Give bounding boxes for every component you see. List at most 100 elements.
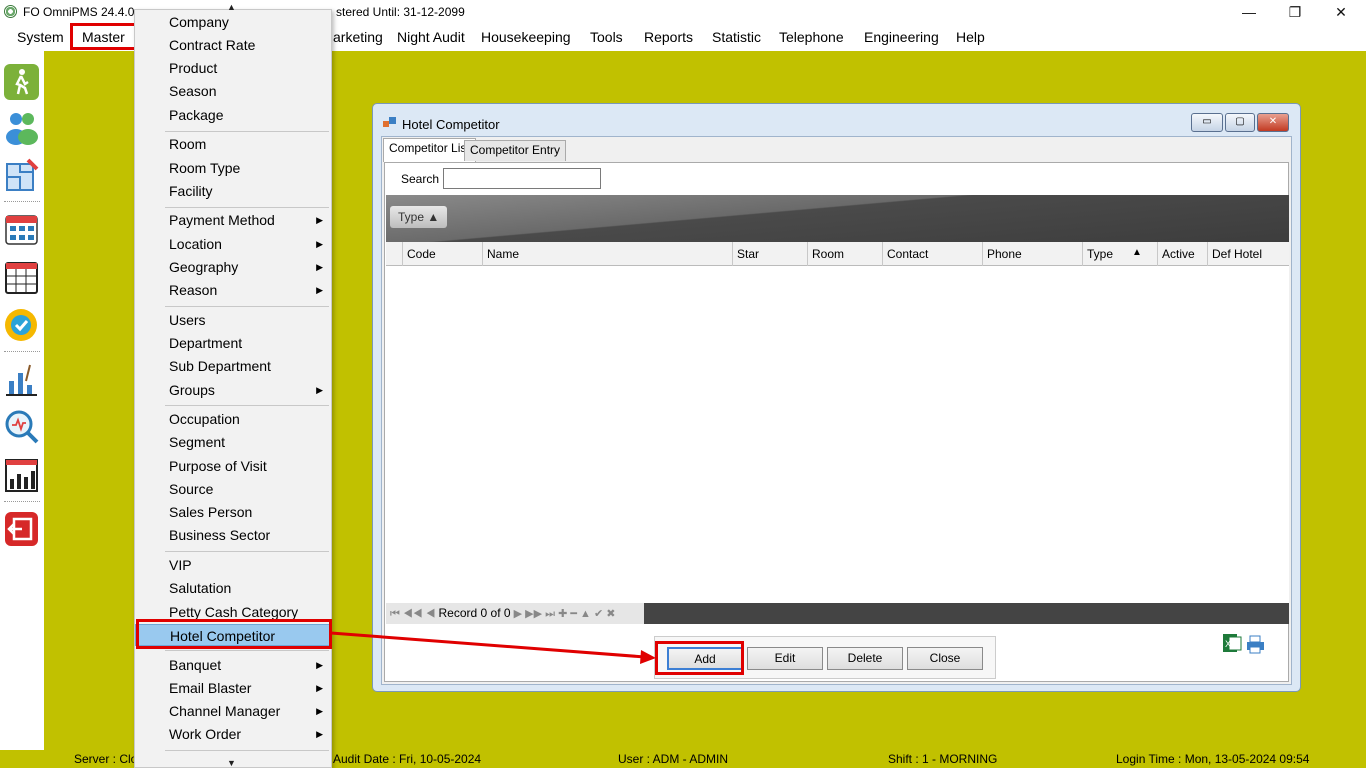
calendar-icon[interactable]: [4, 259, 39, 295]
competitor-grid[interactable]: [386, 266, 1289, 603]
window-minimize-button[interactable]: ▭: [1191, 113, 1223, 132]
menu-item-email-blaster[interactable]: Email Blaster ▶: [135, 677, 331, 699]
floor-plan-icon[interactable]: [4, 158, 39, 194]
menu-item-product[interactable]: Product: [135, 57, 331, 79]
menu-item-room[interactable]: Room: [135, 133, 331, 155]
menu-item-geography[interactable]: Geography ▶: [135, 256, 331, 278]
column-contact[interactable]: Contact: [882, 242, 982, 266]
menu-item-payment-method[interactable]: Payment Method ▶: [135, 209, 331, 231]
restore-button[interactable]: ❐: [1272, 2, 1318, 22]
menu-item-contract-rate[interactable]: Contract Rate: [135, 34, 331, 56]
record-count: Record 0 of 0: [438, 606, 511, 620]
menu-scroll-down-icon[interactable]: ▼: [227, 758, 236, 768]
menu-item-banquet[interactable]: Banquet ▶: [135, 654, 331, 676]
print-icon[interactable]: [1246, 634, 1266, 654]
logout-icon[interactable]: [4, 511, 39, 547]
badge-check-icon[interactable]: [4, 306, 39, 342]
submenu-arrow-icon: ▶: [316, 683, 323, 693]
menu-marketing[interactable]: arketing: [333, 29, 383, 45]
menu-item-company[interactable]: Company: [135, 11, 331, 33]
menu-item-package[interactable]: Package: [135, 104, 331, 126]
add-button[interactable]: Add: [667, 647, 743, 670]
nav-first-prev-icon[interactable]: ⏮ ◀◀ ◀: [390, 608, 435, 620]
tab-competitor-list[interactable]: Competitor List: [383, 138, 476, 162]
group-chip-type[interactable]: Type ▲: [390, 206, 448, 228]
tab-competitor-entry[interactable]: Competitor Entry: [464, 140, 567, 161]
menu-housekeeping[interactable]: Housekeeping: [481, 29, 571, 45]
column-code[interactable]: Code: [402, 242, 482, 266]
menu-item-purpose-of-visit[interactable]: Purpose of Visit: [135, 455, 331, 477]
menu-item-petty-cash-category[interactable]: Petty Cash Category: [135, 601, 331, 623]
menu-item-segment[interactable]: Segment: [135, 431, 331, 453]
menu-telephone[interactable]: Telephone: [779, 29, 844, 45]
menu-item-sub-department[interactable]: Sub Department: [135, 355, 331, 377]
menu-item-hotel-competitor[interactable]: Hotel Competitor: [135, 624, 331, 646]
menu-item-users[interactable]: Users: [135, 309, 331, 331]
menu-item-salutation[interactable]: Salutation: [135, 577, 331, 599]
nav-next-last-icon[interactable]: ▶ ▶▶ ⏭ ✚ ━ ▲ ✔ ✖: [514, 608, 616, 620]
column-def-hotel[interactable]: Def Hotel: [1207, 242, 1289, 266]
column-phone[interactable]: Phone: [982, 242, 1082, 266]
menu-item-occupation[interactable]: Occupation: [135, 408, 331, 430]
close-window-button[interactable]: ✕: [1318, 2, 1364, 22]
hotel-competitor-window: Hotel Competitor ▭ ▢ ✕ Competitor List C…: [372, 103, 1301, 692]
menu-item-groups[interactable]: Groups ▶: [135, 379, 331, 401]
analytics-search-icon[interactable]: [4, 409, 39, 445]
sort-ascending-icon: ▲: [1132, 247, 1142, 258]
housekeeping-icon[interactable]: [4, 361, 39, 397]
delete-button[interactable]: Delete: [827, 647, 903, 670]
navigator-controls: ⏮ ◀◀ ◀ Record 0 of 0 ▶ ▶▶ ⏭ ✚ ━ ▲ ✔ ✖: [386, 603, 644, 624]
minimize-button[interactable]: —: [1226, 2, 1272, 22]
record-navigator: ⏮ ◀◀ ◀ Record 0 of 0 ▶ ▶▶ ⏭ ✚ ━ ▲ ✔ ✖: [386, 603, 1289, 624]
excel-export-icon[interactable]: X: [1222, 633, 1242, 653]
menu-engineering[interactable]: Engineering: [864, 29, 939, 45]
submenu-arrow-icon: ▶: [316, 285, 323, 295]
menu-reports[interactable]: Reports: [644, 29, 693, 45]
column-name[interactable]: Name: [482, 242, 732, 266]
menu-item-reason[interactable]: Reason ▶: [135, 279, 331, 301]
menu-item-vip[interactable]: VIP: [135, 554, 331, 576]
calendar-grid-icon[interactable]: [4, 211, 39, 247]
competitor-list-panel: Search Type ▲ Code Name Star Room Contac…: [384, 162, 1289, 682]
search-input[interactable]: [443, 168, 601, 189]
window-close-button[interactable]: ✕: [1257, 113, 1289, 132]
submenu-arrow-icon: ▶: [316, 729, 323, 739]
status-server: Server : Clo: [74, 752, 138, 766]
menu-system[interactable]: System: [17, 29, 64, 45]
column-room[interactable]: Room: [807, 242, 882, 266]
submenu-arrow-icon: ▶: [316, 385, 323, 395]
menu-help[interactable]: Help: [956, 29, 985, 45]
report-chart-icon[interactable]: [4, 457, 39, 493]
action-button-group: Add Edit Delete Close: [654, 636, 996, 679]
close-button[interactable]: Close: [907, 647, 983, 670]
window-icon: [383, 117, 396, 127]
walk-in-icon[interactable]: [4, 64, 39, 100]
window-maximize-button[interactable]: ▢: [1225, 113, 1255, 132]
status-audit-date: Audit Date : Fri, 10-05-2024: [333, 752, 482, 766]
edit-button[interactable]: Edit: [747, 647, 823, 670]
submenu-arrow-icon: ▶: [316, 239, 323, 249]
menu-item-work-order[interactable]: Work Order ▶: [135, 723, 331, 745]
submenu-arrow-icon: ▶: [316, 215, 323, 225]
menu-item-room-type[interactable]: Room Type: [135, 157, 331, 179]
menu-statistic[interactable]: Statistic: [712, 29, 761, 45]
grid-header: Code Name Star Room Contact Phone Type ▲…: [386, 242, 1289, 266]
window-client-area: Competitor List Competitor Entry Search …: [381, 136, 1292, 685]
menu-night-audit[interactable]: Night Audit: [397, 29, 465, 45]
menu-item-facility[interactable]: Facility: [135, 180, 331, 202]
menu-tools[interactable]: Tools: [590, 29, 623, 45]
status-login-time: Login Time : Mon, 13-05-2024 09:54: [1116, 752, 1310, 766]
menu-item-season[interactable]: Season: [135, 80, 331, 102]
guests-icon[interactable]: [4, 109, 39, 145]
menu-item-department[interactable]: Department: [135, 332, 331, 354]
menu-item-source[interactable]: Source: [135, 478, 331, 500]
column-active[interactable]: Active: [1157, 242, 1207, 266]
menu-item-business-sector[interactable]: Business Sector: [135, 524, 331, 546]
column-star[interactable]: Star: [732, 242, 807, 266]
left-toolbar: [0, 51, 44, 750]
menu-item-location[interactable]: Location ▶: [135, 233, 331, 255]
menu-item-sales-person[interactable]: Sales Person: [135, 501, 331, 523]
column-type[interactable]: Type: [1082, 242, 1157, 266]
submenu-arrow-icon: ▶: [316, 660, 323, 670]
menu-item-channel-manager[interactable]: Channel Manager ▶: [135, 700, 331, 722]
